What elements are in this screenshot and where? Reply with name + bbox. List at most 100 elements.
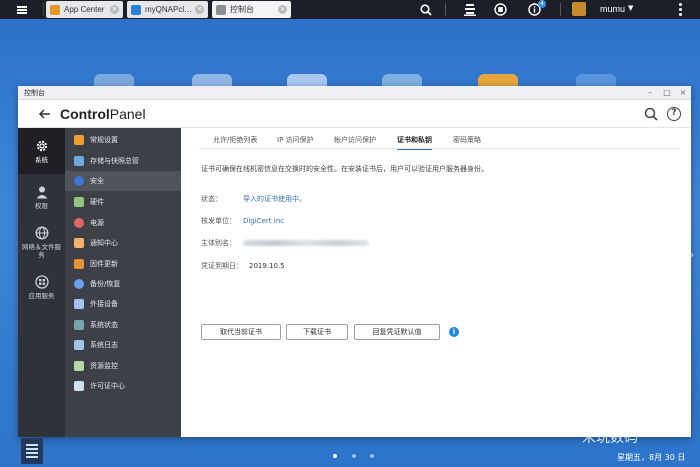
taskbar-tab-control-panel[interactable]: 控制台 × [212, 1, 291, 18]
category-sidebar: 系统 权限 网络＆文件服务 应用服务 [18, 128, 65, 437]
chart-icon [74, 361, 84, 371]
sidebar-item-system-logs[interactable]: 系统日志 [65, 335, 181, 355]
desktop-app-icon[interactable] [576, 74, 616, 86]
sidebar-item-power[interactable]: 电源 [65, 213, 181, 233]
chevron-right-icon[interactable]: › [690, 250, 698, 262]
sidebar-item-notification-center[interactable]: 通知中心 [65, 233, 181, 253]
control-panel-window: 控制台 – □ × ControlPanel ? 系统 权限 网络＆文件服务 应… [18, 86, 691, 437]
sidebar-item-system-status[interactable]: 系统状态 [65, 315, 181, 335]
avatar[interactable] [572, 2, 586, 16]
category-network-file-services[interactable]: 网络＆文件服务 [18, 220, 65, 264]
status-row: 状态： 导入的证书使用中。 [201, 194, 306, 204]
expiry-row: 凭证到期日： 2019.10.5 [201, 261, 285, 271]
close-icon[interactable]: × [677, 88, 689, 98]
user-name[interactable]: mumu [600, 4, 625, 14]
desktop-page-indicator [0, 454, 700, 458]
window-titlebar[interactable]: 控制台 – □ × [18, 86, 691, 100]
sidebar-item-general-settings[interactable]: 常规设置 [65, 130, 181, 150]
replace-certificate-button[interactable]: 取代当前证书 [201, 324, 281, 340]
sidebar-item-label: 电源 [90, 219, 104, 227]
sidebar-item-label: 存储与快照总管 [90, 157, 139, 165]
chevron-down-icon[interactable]: ▼ [628, 4, 633, 12]
sidebar-item-hardware[interactable]: 硬件 [65, 192, 181, 212]
tab-ip-access-protection[interactable]: IP 访问保护 [277, 135, 314, 148]
sidebar-item-backup-restore[interactable]: 备份/恢复 [65, 274, 181, 294]
window-title: 控制台 [24, 89, 45, 97]
firmware-icon [74, 259, 84, 269]
page-dot[interactable] [352, 454, 356, 458]
external-device-icon[interactable] [493, 2, 508, 17]
taskbar-tab-myqnapcloud[interactable]: myQNAPcl… × [127, 1, 208, 18]
watermark: 米玩数码 [582, 430, 638, 446]
subject-value-redacted [243, 240, 369, 246]
status-label: 状态： [201, 195, 222, 203]
apps-icon [34, 274, 49, 289]
desktop-app-icon[interactable] [287, 74, 327, 86]
sidebar-item-label: 固件更新 [90, 260, 118, 268]
desktop-app-icon[interactable] [192, 74, 232, 86]
sidebar-item-label: 硬件 [90, 198, 104, 206]
divider [445, 3, 446, 16]
globe-icon [35, 226, 48, 239]
subject-row: 主体别名： [201, 238, 369, 248]
title-light: Panel [109, 106, 146, 122]
info-icon[interactable]: i [449, 327, 459, 337]
sidebar-item-external-device[interactable]: 外接设备 [65, 294, 181, 314]
search-icon[interactable] [644, 107, 658, 121]
close-icon[interactable]: × [278, 5, 287, 14]
background-tasks-icon[interactable] [462, 2, 477, 17]
sidebar-item-label: 外接设备 [90, 300, 118, 308]
more-options-icon[interactable] [679, 3, 683, 16]
backup-icon [74, 279, 84, 289]
page-title: ControlPanel [60, 106, 146, 122]
sidebar-item-label: 系统状态 [90, 321, 118, 329]
sidebar-item-firmware-update[interactable]: 固件更新 [65, 254, 181, 274]
desktop-app-icon[interactable] [382, 74, 422, 86]
sidebar-item-label: 系统日志 [90, 341, 118, 349]
notification-icon [74, 238, 84, 248]
user-icon [36, 186, 47, 198]
tab-allow-deny-list[interactable]: 允许/拒绝列表 [213, 135, 257, 148]
desktop-app-icon[interactable] [94, 74, 134, 86]
sidebar-item-label: 资源监控 [90, 362, 118, 370]
subject-label: 主体别名： [201, 239, 236, 247]
maximize-icon[interactable]: □ [661, 88, 673, 98]
page-dot[interactable] [333, 454, 337, 458]
expiry-value: 2019.10.5 [249, 262, 285, 270]
close-icon[interactable]: × [195, 5, 204, 14]
tab-account-access-protection[interactable]: 帐户访问保护 [334, 135, 376, 148]
tab-password-policy[interactable]: 密码策略 [453, 135, 481, 148]
dashboard-icon[interactable] [21, 438, 43, 464]
desktop-app-icon[interactable] [478, 74, 518, 86]
notification-icon[interactable]: 4 [527, 0, 546, 17]
security-tabs: 允许/拒绝列表 IP 访问保护 帐户访问保护 证书和私钥 密码策略 [181, 128, 691, 150]
sidebar-item-license-center[interactable]: 许可证中心 [65, 376, 181, 396]
sidebar-item-label: 安全 [90, 177, 104, 185]
back-arrow-icon[interactable] [38, 107, 52, 121]
main-menu-button[interactable] [0, 0, 44, 19]
storage-icon [74, 156, 84, 166]
certificate-description: 证书可确保在线机密信息在交换时的安全性。在安装证书后，用户可以验证用户服务器身份… [201, 165, 488, 173]
download-certificate-button[interactable]: 下载证书 [286, 324, 348, 340]
issuer-row: 核发单位： DigiCert Inc [201, 216, 284, 226]
page-dot[interactable] [370, 454, 374, 458]
control-panel-icon [216, 4, 226, 15]
sidebar-item-security[interactable]: 安全 [65, 171, 181, 191]
minimize-icon[interactable]: – [644, 88, 656, 98]
category-system[interactable]: 系统 [18, 128, 65, 174]
sidebar-item-resource-monitor[interactable]: 资源监控 [65, 356, 181, 376]
category-applications[interactable]: 应用服务 [18, 264, 65, 310]
sidebar-item-label: 常规设置 [90, 136, 118, 144]
title-bold: Control [60, 106, 110, 122]
search-icon[interactable] [418, 2, 433, 17]
help-icon[interactable]: ? [667, 107, 681, 121]
taskbar-tab-app-center[interactable]: App Center × [46, 1, 123, 18]
gear-icon [36, 140, 47, 151]
hardware-icon [74, 197, 84, 207]
category-privilege[interactable]: 权限 [18, 174, 65, 220]
hamburger-icon [17, 5, 27, 14]
close-icon[interactable]: × [110, 5, 119, 14]
sidebar-item-storage[interactable]: 存储与快照总管 [65, 151, 181, 171]
restore-default-certificate-button[interactable]: 回复凭证默认值 [354, 324, 440, 340]
divider [199, 148, 679, 149]
